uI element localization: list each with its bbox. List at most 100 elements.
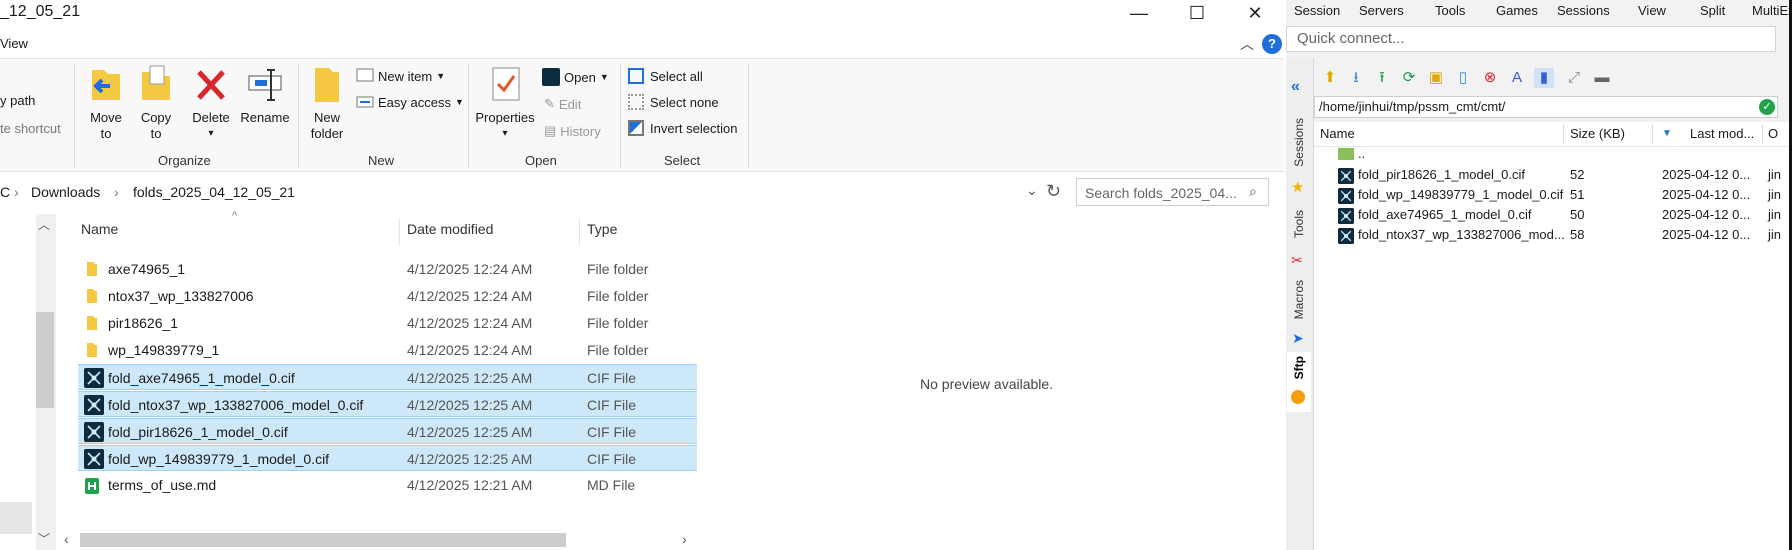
- refresh-icon[interactable]: ⟳: [1399, 68, 1419, 88]
- rename-icon[interactable]: A: [1507, 68, 1527, 88]
- folder-icon: [84, 342, 100, 361]
- easy-access-button[interactable]: Easy access ▼: [356, 94, 464, 110]
- delete-button[interactable]: Delete ▾: [186, 64, 236, 142]
- delete-label: Delete: [192, 110, 230, 125]
- moba-menu-item[interactable]: Sessions: [1557, 3, 1610, 18]
- breadcrumb-downloads[interactable]: Downloads: [31, 184, 100, 200]
- permissions-icon[interactable]: ▮: [1534, 68, 1554, 88]
- paper-plane-icon: ➤: [1292, 330, 1304, 346]
- column-separator[interactable]: [399, 218, 400, 246]
- close-button[interactable]: ✕: [1226, 0, 1284, 26]
- moba-menu-item[interactable]: Tools: [1435, 3, 1465, 18]
- file-row[interactable]: fold_wp_149839779_1_model_0.cif 4/12/2025…: [78, 445, 697, 471]
- search-input[interactable]: Search folds_2025_04...: [1085, 185, 1237, 201]
- moba-menu-item[interactable]: View: [1638, 3, 1666, 18]
- upload-icon[interactable]: ⭱: [1372, 68, 1392, 88]
- column-separator[interactable]: [579, 218, 580, 246]
- column-separator[interactable]: [1762, 124, 1763, 144]
- moba-menu-item[interactable]: Games: [1496, 3, 1538, 18]
- maximize-button[interactable]: ☐: [1168, 0, 1226, 26]
- refresh-icon[interactable]: ↻: [1046, 181, 1061, 202]
- moba-menu-item[interactable]: Session: [1294, 3, 1340, 18]
- breadcrumb-current-folder[interactable]: folds_2025_04_12_05_21: [133, 184, 295, 200]
- column-header-date-modified[interactable]: Date modified: [407, 221, 493, 237]
- new-folder-icon[interactable]: ▣: [1426, 68, 1446, 88]
- cif-file-icon: [1338, 168, 1354, 187]
- moba-menu-item[interactable]: Servers: [1359, 3, 1404, 18]
- file-row[interactable]: fold_pir18626_1_model_0.cif 4/12/2025 12:…: [78, 418, 697, 444]
- history-button[interactable]: ▤ History: [544, 123, 601, 139]
- nav-pane-selected-item[interactable]: [0, 502, 32, 534]
- column-header-name[interactable]: Name: [81, 221, 118, 237]
- scroll-down-icon[interactable]: ﹀: [38, 530, 50, 547]
- sftp-column-size[interactable]: Size (KB): [1570, 126, 1625, 141]
- sftp-column-last-modified[interactable]: Last mod...: [1690, 126, 1754, 141]
- new-file-icon[interactable]: ▯: [1453, 68, 1473, 88]
- column-header-type[interactable]: Type: [587, 221, 617, 237]
- file-date-modified: 4/12/2025 12:21 AM: [407, 477, 533, 493]
- collapse-sidebar-icon[interactable]: «: [1291, 78, 1300, 96]
- address-dropdown-icon[interactable]: ⌄: [1026, 182, 1038, 199]
- link-icon[interactable]: ⤢: [1564, 68, 1584, 88]
- collapse-ribbon-icon[interactable]: ︿: [1240, 34, 1254, 54]
- file-row[interactable]: axe74965_1 4/12/2025 12:24 AM File folder: [78, 256, 697, 282]
- copy-path-button[interactable]: y path: [0, 93, 35, 108]
- quick-connect-input[interactable]: Quick connect...: [1297, 30, 1405, 47]
- help-icon[interactable]: ?: [1262, 34, 1282, 54]
- breadcrumb-this-pc[interactable]: C: [0, 184, 10, 200]
- edit-icon: ✎: [544, 96, 555, 111]
- nav-pane-scroll-thumb[interactable]: [36, 312, 54, 408]
- sort-descending-icon: ▼: [1662, 128, 1672, 139]
- properties-button[interactable]: Properties ▾: [474, 64, 536, 142]
- copy-to-button[interactable]: Copy to: [134, 64, 178, 142]
- download-icon[interactable]: ⭳: [1346, 68, 1366, 88]
- sftp-path-bar[interactable]: /home/jinhui/tmp/pssm_cmt/cmt/ ✓: [1314, 96, 1778, 118]
- file-row[interactable]: ntox37_wp_133827006 4/12/2025 12:24 AM Fil…: [78, 283, 697, 309]
- parent-dir-icon[interactable]: ⬆: [1320, 68, 1340, 88]
- open-button[interactable]: Open ▼: [542, 68, 609, 86]
- delete-icon[interactable]: ⊗: [1480, 68, 1500, 88]
- search-box[interactable]: Search folds_2025_04... ⌕: [1076, 178, 1269, 206]
- terminal-icon[interactable]: ▬: [1592, 68, 1612, 88]
- side-tab-sftp[interactable]: Sftp: [1292, 356, 1306, 379]
- side-tab-macros[interactable]: Macros: [1292, 280, 1306, 319]
- cif-file-icon: [84, 368, 104, 391]
- file-row[interactable]: terms_of_use.md 4/12/2025 12:21 AM MD File: [78, 472, 697, 498]
- file-row[interactable]: fold_axe74965_1_model_0.cif 4/12/2025 12:…: [78, 364, 697, 390]
- new-folder-button[interactable]: New folder: [306, 64, 348, 142]
- group-separator: [74, 64, 75, 168]
- scroll-left-icon[interactable]: ‹: [64, 531, 69, 547]
- file-row[interactable]: pir18626_1 4/12/2025 12:24 AM File folder: [78, 310, 697, 336]
- invert-selection-button[interactable]: Invert selection: [628, 120, 737, 136]
- select-all-button[interactable]: Select all: [628, 68, 703, 84]
- select-none-button[interactable]: Select none: [628, 94, 719, 110]
- minimize-button[interactable]: —: [1110, 0, 1168, 26]
- file-name: fold_ntox37_wp_133827006_model_0.cif: [108, 397, 364, 413]
- file-row[interactable]: wp_149839779_1 4/12/2025 12:24 AM File fol…: [78, 337, 697, 363]
- file-row[interactable]: fold_ntox37_wp_133827006_model_0.cif 4/12…: [78, 391, 697, 417]
- delete-icon: [197, 70, 225, 100]
- move-to-button[interactable]: Move to: [84, 64, 128, 142]
- paste-shortcut-button[interactable]: te shortcut: [0, 121, 61, 136]
- moba-menu-item[interactable]: MultiEx: [1752, 3, 1792, 18]
- moba-menu-item[interactable]: Split: [1700, 3, 1725, 18]
- rename-button[interactable]: Rename: [238, 64, 292, 126]
- sftp-parent-dir[interactable]: ..: [1338, 146, 1365, 161]
- path-ok-icon[interactable]: ✓: [1759, 99, 1775, 115]
- sftp-column-name[interactable]: Name: [1320, 126, 1355, 141]
- edit-button[interactable]: ✎ Edit: [544, 96, 581, 112]
- select-group-label: Select: [664, 153, 701, 168]
- sftp-column-owner[interactable]: O: [1768, 126, 1778, 141]
- move-to-label-2: to: [100, 126, 112, 141]
- scroll-right-icon[interactable]: ›: [682, 531, 687, 547]
- scroll-up-icon[interactable]: ︿: [38, 216, 50, 233]
- new-item-button[interactable]: New item ▼: [356, 68, 445, 84]
- sftp-path-input[interactable]: /home/jinhui/tmp/pssm_cmt/cmt/: [1319, 99, 1505, 114]
- column-separator[interactable]: [1652, 124, 1653, 144]
- side-tab-sessions[interactable]: Sessions: [1292, 118, 1306, 167]
- quick-connect-box[interactable]: Quick connect...: [1286, 26, 1776, 52]
- side-tab-tools[interactable]: Tools: [1292, 210, 1306, 238]
- menu-view-tab[interactable]: View: [0, 36, 28, 51]
- column-separator[interactable]: [1563, 124, 1564, 144]
- hscroll-thumb[interactable]: [80, 533, 566, 547]
